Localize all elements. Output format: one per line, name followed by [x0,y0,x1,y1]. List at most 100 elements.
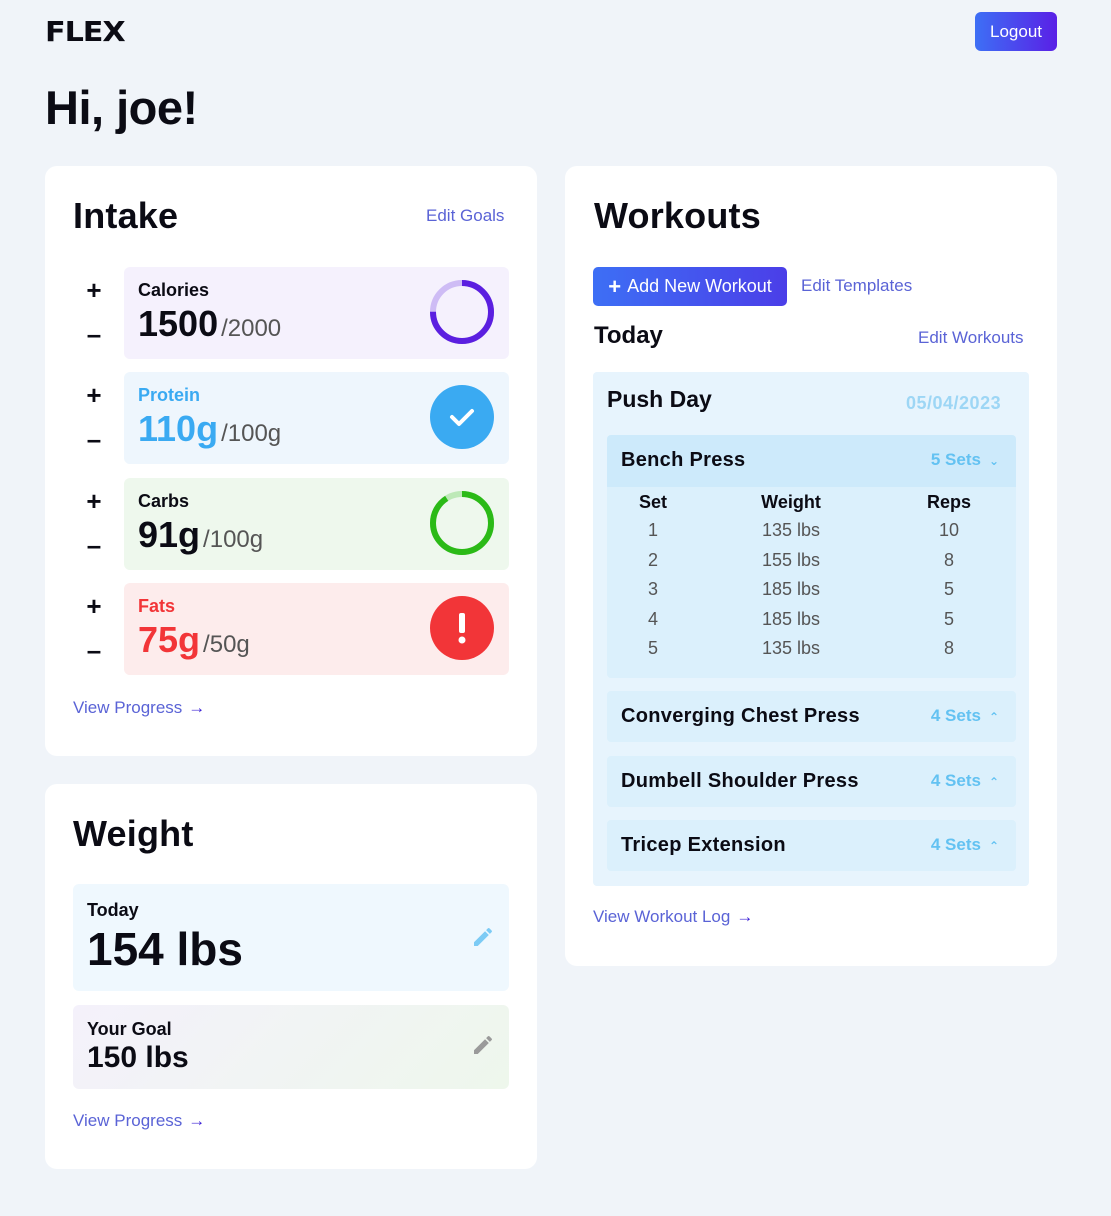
exercise-sets-count: 4 Sets ⌃ [931,771,999,791]
decrement-calories-button[interactable]: – [84,321,104,347]
macro-current: 75g [138,619,201,660]
decrement-protein-button[interactable]: – [84,426,104,452]
exercise-name: Bench Press [621,449,746,471]
sets-table-cell: 3 [647,579,658,599]
sets-table-cell: 135 lbs [761,520,821,540]
exercise-sets-label: 4 Sets [930,835,981,854]
goal-weight-label: Your Goal [87,1019,172,1039]
progress-ring [430,491,494,555]
sets-table-cell: 4 [647,608,658,629]
logout-button[interactable]: Logout [975,12,1057,51]
macro-value: 110g/100g [138,408,281,450]
sets-table-cell: 5 [943,579,954,599]
sets-table-cell: 8 [943,638,954,658]
greeting-heading: Hi, joe! [45,81,198,134]
macro-card-protein: Protein 110g/100g [124,372,509,464]
increment-carbs-button[interactable]: + [84,488,104,514]
macro-goal: /100g [221,420,282,447]
macro-value: 91g/100g [138,514,263,556]
sets-table-cell: 2 [647,549,658,570]
chevron-up-icon: ⌃ [988,839,999,853]
arrow-right-icon: → [736,907,754,926]
sets-table: Set Weight Reps 1 135 lbs 10 2 155 lbs 8 3 185 lbs… [607,487,1016,678]
macro-current: 91g [138,514,201,555]
arrow-right-icon: → [188,1111,206,1130]
chevron-up-icon: ⌃ [988,710,999,724]
add-new-workout-button[interactable]: + Add New Workout [593,267,787,306]
view-progress-label: View Progress [73,1111,183,1130]
sets-table-cell: 155 lbs [761,549,821,570]
add-new-workout-label: Add New Workout [627,276,772,296]
flex-logo[interactable]: FLEX [45,16,126,48]
chevron-down-icon: ⌄ [988,454,999,468]
sets-table-cell: 8 [943,549,954,570]
exercise-header[interactable]: Tricep Extension 4 Sets ⌃ [607,820,1016,871]
exercise-name: Dumbell Shoulder Press [621,770,859,792]
macro-value: 75g/50g [138,619,250,661]
weight-title: Weight [73,813,194,854]
exercise-header[interactable]: Dumbell Shoulder Press 4 Sets ⌃ [607,756,1016,807]
macro-card-carbs: Carbs 91g/100g [124,478,509,570]
plus-icon: + [608,273,622,299]
arrow-right-icon: → [188,698,206,717]
exercise-header[interactable]: Converging Chest Press 4 Sets ⌃ [607,691,1016,742]
view-workout-log-label: View Workout Log [593,907,731,926]
macro-current: 110g [138,408,219,449]
today-weight-label: Today [87,900,139,920]
edit-goals-link[interactable]: Edit Goals [426,206,504,226]
macro-label: Fats [138,596,176,616]
macro-value: 1500/2000 [138,303,281,345]
edit-workouts-link[interactable]: Edit Workouts [918,328,1024,348]
pencil-icon[interactable] [471,925,495,949]
sets-table-cell: 10 [938,520,960,540]
macro-goal: /50g [203,631,250,658]
macro-current: 1500 [138,303,219,344]
increment-fats-button[interactable]: + [84,593,104,619]
intake-title: Intake [73,195,179,236]
workouts-title: Workouts [594,195,761,236]
macro-card-fats: Fats 75g/50g [124,583,509,675]
sets-column-header: Reps [926,492,971,512]
sets-table-cell: 5 [647,638,658,658]
session-date: 05/04/2023 [906,393,1002,413]
macro-goal: /100g [203,526,264,553]
exercise-sets-label: 4 Sets [930,771,981,790]
today-weight-box: Today 154 lbs [73,884,509,991]
exercise-sets-count: 4 Sets ⌃ [931,835,999,855]
goal-weight-value: 150 lbs [87,1041,189,1074]
sets-table-cell: 1 [647,520,658,540]
macro-card-calories: Calories 1500/2000 [124,267,509,359]
sets-table-cell: 185 lbs [761,608,821,629]
goal-weight-box: Your Goal 150 lbs [73,1005,509,1089]
today-heading: Today [594,322,663,349]
session-name: Push Day [607,386,712,412]
macro-label: Protein [138,385,201,405]
progress-ring-fill [430,491,494,555]
exercise-sets-label: 4 Sets [930,706,981,725]
exercise-header[interactable]: Bench Press 5 Sets ⌄ [607,435,1016,487]
exercise-name: Converging Chest Press [621,705,860,727]
check-icon [430,385,494,449]
intake-view-progress-link[interactable]: View Progress → [73,698,205,718]
macro-goal: /2000 [221,315,282,342]
sets-table-cell: 185 lbs [761,579,821,599]
exclamation-icon [430,596,494,660]
pencil-icon[interactable] [471,1033,495,1057]
decrement-fats-button[interactable]: – [84,637,104,663]
decrement-carbs-button[interactable]: – [84,532,104,558]
increment-protein-button[interactable]: + [84,382,104,408]
exercise-sets-count: 4 Sets ⌃ [931,706,999,726]
progress-ring [430,280,494,344]
increment-calories-button[interactable]: + [84,277,104,303]
edit-templates-link[interactable]: Edit Templates [801,276,912,296]
sets-column-header: Set [638,492,667,512]
exercise-name: Tricep Extension [621,834,786,856]
macro-label: Carbs [138,491,190,511]
sets-table-cell: 135 lbs [761,638,821,658]
exercise-sets-count: 5 Sets ⌄ [931,450,999,470]
exercise-sets-label: 5 Sets [930,450,981,469]
view-progress-label: View Progress [73,698,183,717]
macro-label: Calories [138,280,210,300]
view-workout-log-link[interactable]: View Workout Log → [593,907,753,927]
weight-view-progress-link[interactable]: View Progress → [73,1111,205,1131]
